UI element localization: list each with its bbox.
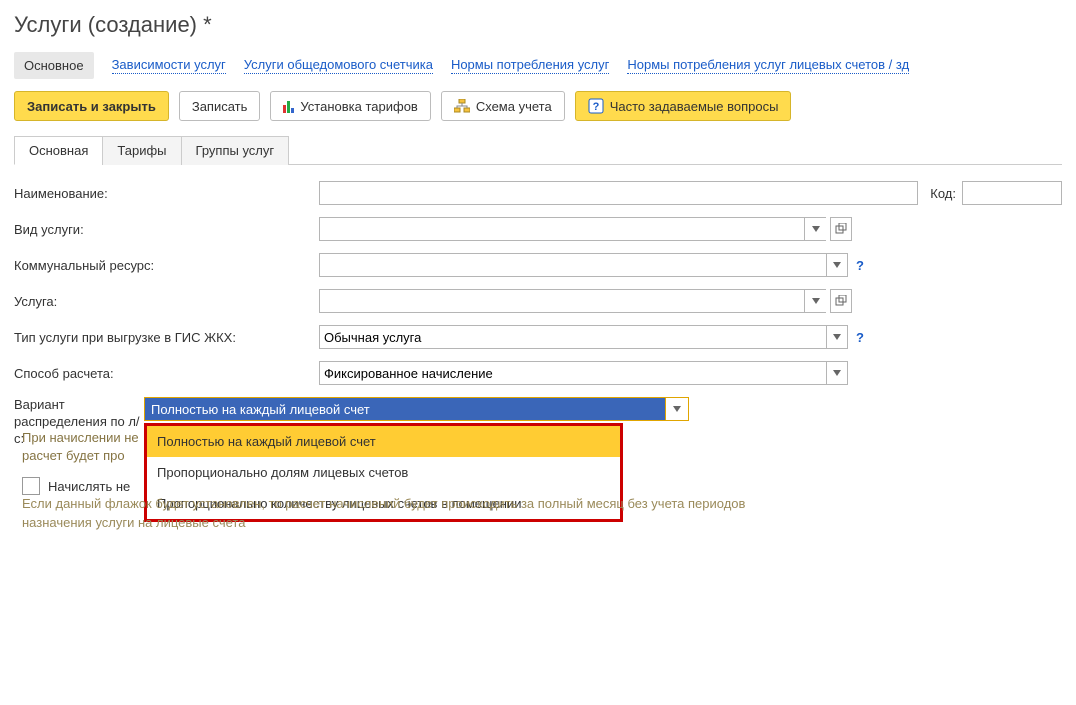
chevron-down-icon bbox=[812, 298, 820, 304]
save-and-close-button[interactable]: Записать и закрыть bbox=[14, 91, 169, 121]
calc-method-input[interactable] bbox=[319, 361, 826, 385]
gis-type-input[interactable] bbox=[319, 325, 826, 349]
open-external-icon bbox=[835, 223, 847, 235]
service-type-label: Вид услуги: bbox=[14, 222, 319, 237]
variant-dropdown-button[interactable] bbox=[665, 398, 688, 420]
resource-help-icon[interactable]: ? bbox=[856, 258, 864, 273]
service-type-input[interactable] bbox=[319, 217, 804, 241]
calc-method-label: Способ расчета: bbox=[14, 366, 319, 381]
chevron-down-icon bbox=[833, 370, 841, 376]
service-dropdown-button[interactable] bbox=[804, 289, 826, 313]
tab-service-groups[interactable]: Группы услуг bbox=[181, 136, 290, 165]
question-icon: ? bbox=[588, 98, 604, 114]
gis-type-help-icon[interactable]: ? bbox=[856, 330, 864, 345]
topnav-tab-main[interactable]: Основное bbox=[14, 52, 94, 79]
faq-button-label: Часто задаваемые вопросы bbox=[610, 99, 779, 114]
name-label: Наименование: bbox=[14, 186, 319, 201]
code-label: Код: bbox=[930, 186, 956, 201]
calc-method-dropdown-button[interactable] bbox=[826, 361, 848, 385]
hint-partial-2: расчет будет про bbox=[22, 448, 125, 463]
full-month-hint: Если данный флажок будет установлен, то … bbox=[22, 495, 802, 531]
scheme-button[interactable]: Схема учета bbox=[441, 91, 565, 121]
service-type-dropdown-button[interactable] bbox=[804, 217, 826, 241]
chevron-down-icon bbox=[812, 226, 820, 232]
chevron-down-icon bbox=[833, 262, 841, 268]
service-input[interactable] bbox=[319, 289, 804, 313]
topnav-link-account-norms[interactable]: Нормы потребления услуг лицевых счетов /… bbox=[627, 57, 909, 74]
tariffs-button-label: Установка тарифов bbox=[300, 99, 417, 114]
service-open-button[interactable] bbox=[830, 289, 852, 313]
form-tabs: Основная Тарифы Группы услуг bbox=[14, 135, 1062, 165]
svg-text:?: ? bbox=[592, 101, 599, 113]
tab-tariffs[interactable]: Тарифы bbox=[102, 136, 181, 165]
faq-button[interactable]: ? Часто задаваемые вопросы bbox=[575, 91, 792, 121]
form-body: Наименование: Код: Вид услуги: Коммуналь… bbox=[14, 181, 1062, 600]
tab-main[interactable]: Основная bbox=[14, 136, 103, 165]
name-input[interactable] bbox=[319, 181, 918, 205]
scheme-button-label: Схема учета bbox=[476, 99, 552, 114]
resource-input[interactable] bbox=[319, 253, 826, 277]
topnav-link-consumption-norms[interactable]: Нормы потребления услуг bbox=[451, 57, 609, 74]
toolbar: Записать и закрыть Записать Установка та… bbox=[14, 91, 1062, 121]
service-type-open-button[interactable] bbox=[830, 217, 852, 241]
chevron-down-icon bbox=[673, 406, 681, 412]
hint-partial-1: При начислении не bbox=[22, 430, 139, 445]
variant-selected-value: Полностью на каждый лицевой счет bbox=[145, 398, 665, 420]
topnav-link-dependencies[interactable]: Зависимости услуг bbox=[112, 57, 226, 74]
variant-option-full[interactable]: Полностью на каждый лицевой счет bbox=[147, 426, 620, 457]
scheme-icon bbox=[454, 99, 470, 113]
topnav-link-meter-services[interactable]: Услуги общедомового счетчика bbox=[244, 57, 433, 74]
gis-type-label: Тип услуги при выгрузке в ГИС ЖКХ: bbox=[14, 330, 319, 345]
code-input[interactable] bbox=[962, 181, 1062, 205]
full-month-checkbox-label: Начислять не bbox=[48, 479, 130, 494]
top-navigation: Основное Зависимости услуг Услуги общедо… bbox=[14, 52, 1062, 79]
service-label: Услуга: bbox=[14, 294, 319, 309]
chevron-down-icon bbox=[833, 334, 841, 340]
bar-chart-icon bbox=[283, 99, 294, 113]
full-month-checkbox[interactable] bbox=[22, 477, 40, 495]
resource-dropdown-button[interactable] bbox=[826, 253, 848, 277]
open-external-icon bbox=[835, 295, 847, 307]
variant-dropdown[interactable]: Полностью на каждый лицевой счет bbox=[144, 397, 689, 421]
tariffs-button[interactable]: Установка тарифов bbox=[270, 91, 430, 121]
save-button[interactable]: Записать bbox=[179, 91, 261, 121]
resource-label: Коммунальный ресурс: bbox=[14, 258, 319, 273]
page-title: Услуги (создание) * bbox=[14, 12, 1062, 38]
gis-type-dropdown-button[interactable] bbox=[826, 325, 848, 349]
